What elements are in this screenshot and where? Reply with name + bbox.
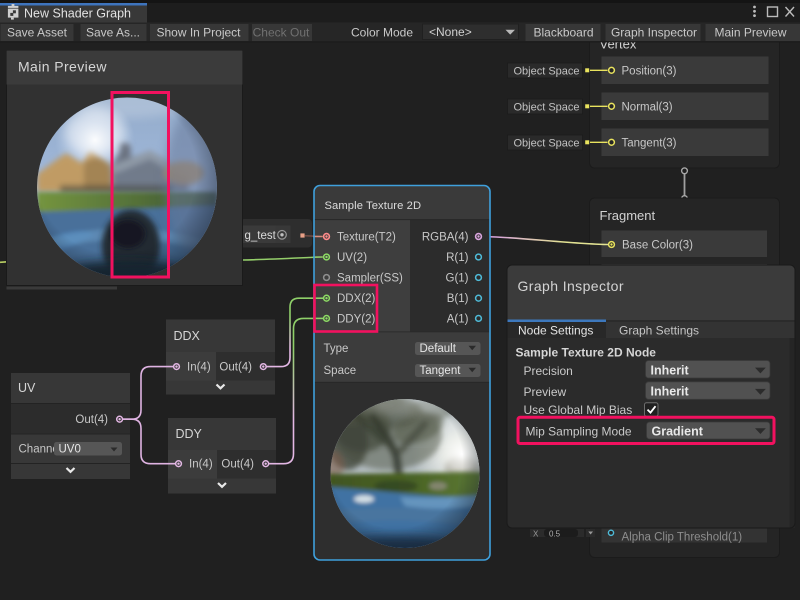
svg-text:Gradient: Gradient xyxy=(652,424,704,438)
svg-text:Main Preview: Main Preview xyxy=(714,26,786,40)
svg-text:Space: Space xyxy=(324,365,357,377)
svg-text:Sampler(SS): Sampler(SS) xyxy=(337,273,403,285)
svg-text:Out(4): Out(4) xyxy=(221,459,254,471)
svg-text:Color Mode: Color Mode xyxy=(351,26,413,40)
svg-text:Channe: Channe xyxy=(19,444,59,456)
svg-text:UV0: UV0 xyxy=(59,444,81,456)
svg-text:Object Space: Object Space xyxy=(514,138,580,150)
svg-text:Texture(T2): Texture(T2) xyxy=(337,232,396,244)
svg-text:New Shader Graph: New Shader Graph xyxy=(24,7,131,21)
svg-text:Graph Settings: Graph Settings xyxy=(619,324,699,338)
svg-text:g_test: g_test xyxy=(245,230,277,242)
svg-text:DDY(2): DDY(2) xyxy=(337,314,376,326)
svg-text:Object Space: Object Space xyxy=(514,102,580,114)
svg-text:DDX(2): DDX(2) xyxy=(337,293,376,305)
svg-text:Node Settings: Node Settings xyxy=(518,324,593,338)
svg-text:Mip Sampling Mode: Mip Sampling Mode xyxy=(526,424,632,438)
svg-text:0.5: 0.5 xyxy=(549,530,561,539)
svg-text:Object Space: Object Space xyxy=(514,66,580,78)
svg-text:Graph Inspector: Graph Inspector xyxy=(611,26,697,40)
svg-text:R(1): R(1) xyxy=(446,252,469,264)
svg-text:Normal(3): Normal(3) xyxy=(622,102,673,114)
svg-text:Main Preview: Main Preview xyxy=(18,58,107,74)
svg-text:Fragment: Fragment xyxy=(600,208,656,223)
svg-text:Base Color(3): Base Color(3) xyxy=(622,240,693,252)
svg-text:Save Asset: Save Asset xyxy=(7,26,68,40)
svg-text:Graph Inspector: Graph Inspector xyxy=(518,278,624,294)
svg-text:Type: Type xyxy=(324,343,349,355)
svg-text:Save As...: Save As... xyxy=(86,26,140,40)
svg-text:DDY: DDY xyxy=(176,427,203,441)
svg-text:In(4): In(4) xyxy=(187,362,211,374)
svg-text:<None>: <None> xyxy=(429,25,472,39)
svg-text:Out(4): Out(4) xyxy=(75,414,108,426)
svg-text:G(1): G(1) xyxy=(446,273,469,285)
svg-text:B(1): B(1) xyxy=(447,293,469,305)
svg-text:Preview: Preview xyxy=(524,385,567,399)
svg-text:Default: Default xyxy=(420,343,457,355)
svg-text:Sample Texture 2D: Sample Texture 2D xyxy=(325,200,422,212)
svg-text:DDX: DDX xyxy=(174,329,201,343)
svg-text:RGBA(4): RGBA(4) xyxy=(422,232,469,244)
svg-text:X: X xyxy=(533,530,539,539)
svg-text:Blackboard: Blackboard xyxy=(533,26,593,40)
svg-text:UV(2): UV(2) xyxy=(337,252,367,264)
svg-text:Precision: Precision xyxy=(524,364,573,378)
svg-text:In(4): In(4) xyxy=(189,459,213,471)
svg-text:Tangent: Tangent xyxy=(420,365,462,377)
svg-text:Sample Texture 2D Node: Sample Texture 2D Node xyxy=(516,346,657,360)
svg-text:Use Global Mip Bias: Use Global Mip Bias xyxy=(524,403,633,417)
svg-text:Alpha Clip Threshold(1): Alpha Clip Threshold(1) xyxy=(622,532,743,544)
svg-text:Check Out: Check Out xyxy=(253,26,310,40)
svg-text:Out(4): Out(4) xyxy=(219,362,252,374)
svg-text:A(1): A(1) xyxy=(447,314,469,326)
svg-text:UV: UV xyxy=(18,381,36,395)
svg-text:Tangent(3): Tangent(3) xyxy=(622,138,677,150)
svg-text:Inherit: Inherit xyxy=(651,363,690,377)
svg-text:Inherit: Inherit xyxy=(651,385,690,399)
svg-text:Position(3): Position(3) xyxy=(622,66,677,78)
svg-text:Show In Project: Show In Project xyxy=(156,26,241,40)
